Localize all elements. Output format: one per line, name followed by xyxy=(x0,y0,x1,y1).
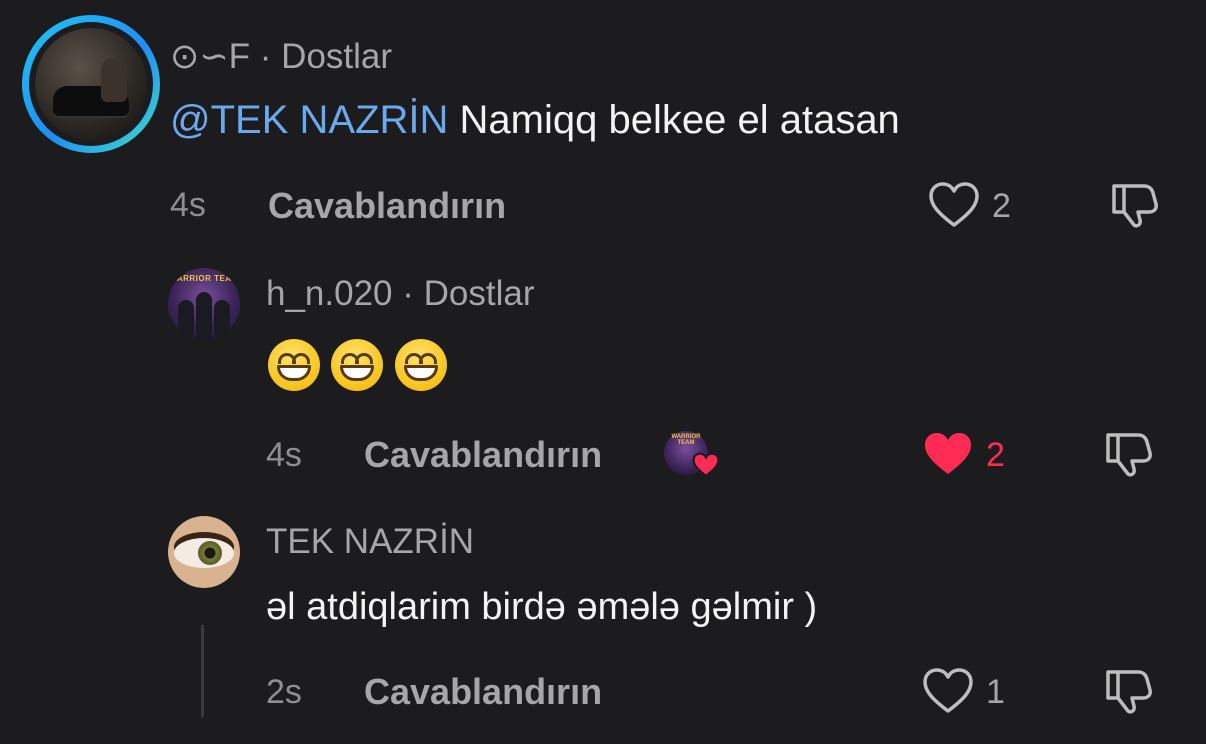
avatar xyxy=(35,28,147,140)
timestamp: 4s xyxy=(266,436,302,474)
author-name[interactable]: ⊙∽F xyxy=(170,37,250,76)
avatar-person-shape xyxy=(101,58,127,102)
dislike-icon[interactable] xyxy=(1102,429,1154,479)
avatar-iris xyxy=(198,541,222,565)
avatar-story-ring[interactable] xyxy=(22,15,160,153)
avatar[interactable] xyxy=(168,516,240,588)
avatar-figure xyxy=(178,300,194,340)
comment-text: @TEK NAZRİN Namiqq belkee el atasan xyxy=(170,98,900,143)
heart-filled-icon xyxy=(692,452,720,478)
avatar-eye-shape xyxy=(174,538,234,568)
thread-line xyxy=(201,625,204,717)
separator: · xyxy=(402,274,414,313)
dislike-icon[interactable] xyxy=(1108,180,1160,230)
author-name[interactable]: TEK NAZRİN xyxy=(266,522,474,562)
grinning-emoji xyxy=(268,339,320,391)
relation-label: Dostlar xyxy=(281,37,393,76)
heart-outline-icon[interactable] xyxy=(928,181,980,229)
reply-button[interactable]: Cavablandırın xyxy=(364,671,602,713)
reply-button[interactable]: Cavablandırın xyxy=(268,185,506,227)
grinning-emoji xyxy=(395,339,447,391)
comment-header: h_n.020 · Dostlar xyxy=(266,274,535,314)
separator: · xyxy=(259,37,272,76)
comment-header: ⊙∽F · Dostlar xyxy=(170,37,392,77)
timestamp: 4s xyxy=(170,186,206,224)
comment-body: əl atdiqlarim birdə əmələ gəlmir ) xyxy=(266,586,818,628)
like-count: 1 xyxy=(986,673,1005,711)
like-count: 2 xyxy=(986,436,1005,474)
mention-link[interactable]: @TEK NAZRİN xyxy=(170,98,448,142)
heart-outline-icon[interactable] xyxy=(922,667,974,715)
avatar-team-label: WARRIOR TEAM xyxy=(169,274,239,283)
like-count: 2 xyxy=(992,187,1011,225)
avatar-figure xyxy=(196,292,212,340)
reply-button[interactable]: Cavablandırın xyxy=(364,434,602,476)
relation-label: Dostlar xyxy=(423,274,535,313)
avatar[interactable]: WARRIOR TEAM xyxy=(168,268,240,340)
comment-body: Namiqq belkee el atasan xyxy=(459,98,900,142)
grinning-emoji xyxy=(331,339,383,391)
dislike-icon[interactable] xyxy=(1102,666,1154,716)
heart-filled-icon[interactable] xyxy=(922,430,974,478)
author-name[interactable]: h_n.020 xyxy=(266,274,393,313)
timestamp: 2s xyxy=(266,673,302,711)
mini-avatar-label: WARRIOR TEAM xyxy=(671,434,701,446)
avatar-figure xyxy=(214,300,230,340)
